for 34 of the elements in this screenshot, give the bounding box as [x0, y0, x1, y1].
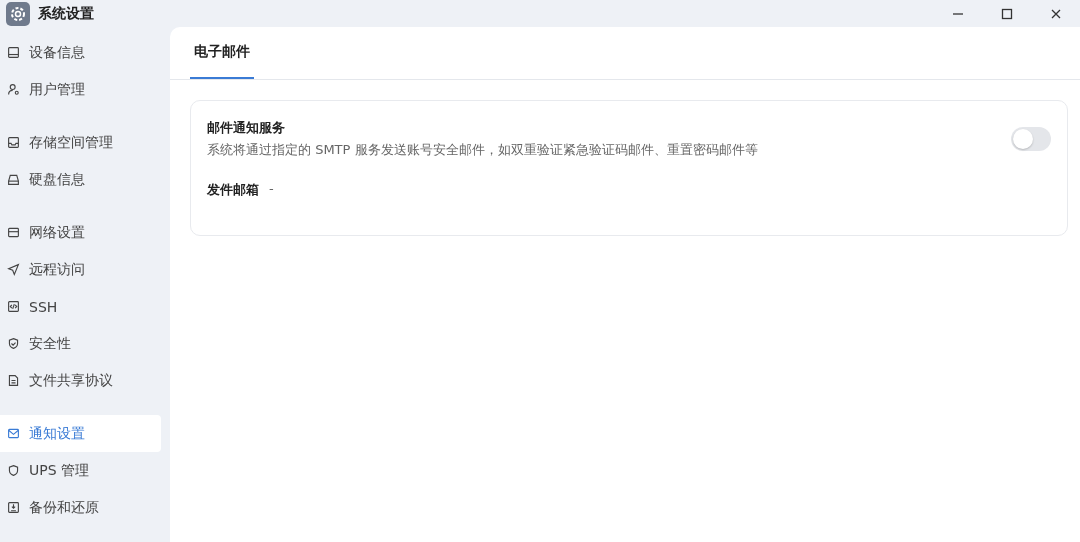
sidebar-item[interactable]: 安全性	[0, 325, 161, 362]
monitor-icon	[7, 46, 20, 59]
inbox-icon	[7, 136, 20, 149]
sidebar-item[interactable]: 用户管理	[0, 71, 161, 108]
sidebar-item[interactable]: 设备信息	[0, 34, 161, 71]
maximize-icon[interactable]	[1001, 7, 1013, 20]
window-icon	[7, 226, 20, 239]
gear-icon	[6, 1, 30, 26]
document-icon	[7, 374, 20, 387]
drive-icon	[7, 173, 20, 186]
send-icon	[7, 263, 20, 276]
sidebar-item[interactable]: UPS 管理	[0, 452, 161, 489]
sidebar-item[interactable]: 文件共享协议	[0, 362, 161, 399]
sidebar-item[interactable]: 硬盘信息	[0, 161, 161, 198]
sidebar-item[interactable]: 备份和还原	[0, 489, 161, 526]
mail-icon	[7, 427, 20, 440]
sidebar-item[interactable]: 通知设置	[0, 415, 161, 452]
window-title: 系统设置	[38, 4, 94, 23]
shield-icon	[7, 464, 20, 477]
tab[interactable]: 电子邮件	[190, 27, 254, 79]
sender-label: 发件邮箱	[207, 181, 259, 199]
sidebar-item[interactable]: 存储空间管理	[0, 124, 161, 161]
sender-value: -	[269, 181, 274, 198]
toggle-switch[interactable]	[1011, 127, 1051, 151]
sidebar-item[interactable]: 远程访问	[0, 251, 161, 288]
sidebar-item[interactable]: 网络设置	[0, 214, 161, 251]
card-title: 邮件通知服务	[207, 119, 286, 137]
card-description: 系统将通过指定的 SMTP 服务发送账号安全邮件，如双重验证紧急验证码邮件、重置密码邮件等	[207, 141, 759, 159]
code-icon	[7, 300, 20, 313]
save-icon	[7, 501, 20, 514]
shield-check-icon	[7, 337, 20, 350]
user-icon	[7, 83, 20, 96]
sidebar-item[interactable]: SSH	[0, 288, 161, 325]
close-icon[interactable]	[1050, 7, 1062, 20]
